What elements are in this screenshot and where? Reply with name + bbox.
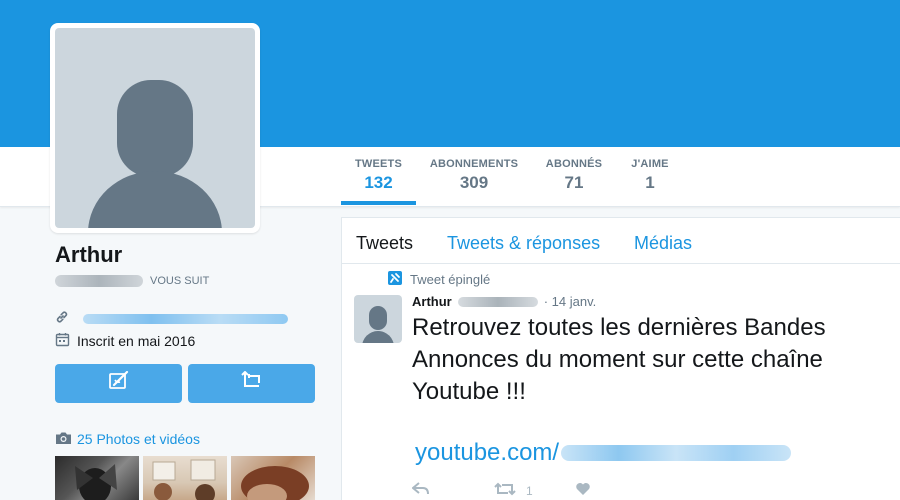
tweet-date[interactable]: · 14 janv. [544, 294, 597, 309]
stat-likes-label: J'AIME [631, 158, 669, 170]
heart-icon [575, 482, 591, 499]
pinned-indicator: Tweet épinglé [388, 271, 490, 288]
tweet-author-handle-redacted [457, 296, 538, 307]
stat-tweets[interactable]: TWEETS 132 [341, 147, 416, 205]
tab-tweets-replies[interactable]: Tweets & réponses [447, 233, 600, 254]
direct-message-button[interactable] [55, 364, 182, 403]
website-url-redacted [83, 314, 288, 324]
link-icon [55, 310, 69, 329]
mention-button[interactable] [188, 364, 315, 403]
photos-videos-label: 25 Photos et vidéos [77, 431, 200, 447]
retweet-count: 1 [526, 483, 533, 498]
profile-website[interactable] [55, 310, 288, 328]
stat-likes-value: 1 [645, 173, 655, 192]
stat-followers-label: ABONNÉS [545, 158, 603, 170]
tweet-actions: 1 [411, 480, 712, 500]
tweet-link-redacted [561, 445, 792, 461]
tweet-text: Retrouvez toutes les dernières Bandes An… [412, 314, 826, 405]
tweet-link-text: youtube.com/ [415, 439, 560, 466]
photos-videos-link[interactable]: 25 Photos et vidéos [55, 430, 200, 448]
retweet-button[interactable]: 1 [494, 482, 533, 499]
stat-tweets-value: 132 [364, 173, 393, 192]
join-date: Inscrit en mai 2016 [55, 332, 195, 350]
retweet-icon [494, 482, 516, 499]
calendar-icon [55, 332, 70, 350]
camera-icon [55, 431, 72, 448]
tweet-author-avatar[interactable] [354, 295, 402, 343]
pin-icon [388, 271, 402, 288]
media-thumbnail[interactable] [143, 456, 227, 500]
profile-name: Arthur [55, 242, 123, 267]
tab-media[interactable]: Médias [634, 233, 692, 254]
profile-handle-redacted [55, 275, 143, 287]
join-date-text: Inscrit en mai 2016 [77, 333, 196, 349]
profile-avatar[interactable] [50, 23, 260, 233]
follows-you-badge: VOUS SUIT [150, 275, 210, 287]
media-thumbnail[interactable] [231, 456, 315, 500]
like-button[interactable] [575, 482, 591, 499]
timeline-tabs: Tweets Tweets & réponses Médias [342, 218, 900, 264]
reply-button[interactable] [411, 482, 430, 499]
retweet-icon [240, 370, 264, 396]
message-icon [108, 370, 130, 396]
reply-icon [411, 482, 430, 499]
stat-following[interactable]: ABONNEMENTS 309 [423, 147, 525, 207]
stat-following-value: 309 [459, 173, 489, 192]
tweet-author-name[interactable]: Arthur [412, 294, 452, 309]
stat-tweets-label: TWEETS [354, 158, 403, 170]
tweet-link[interactable]: youtube.com/ [415, 439, 792, 467]
stat-likes[interactable]: J'AIME 1 [624, 147, 676, 207]
stat-followers[interactable]: ABONNÉS 71 [540, 147, 608, 207]
media-thumbnail[interactable] [55, 456, 139, 500]
stat-followers-value: 71 [564, 173, 584, 192]
timeline-card: Tweets Tweets & réponses Médias Tweet ép… [341, 217, 900, 500]
stat-following-label: ABONNEMENTS [429, 158, 519, 170]
pinned-label: Tweet épinglé [410, 272, 491, 287]
tab-tweets[interactable]: Tweets [356, 233, 413, 254]
default-avatar-icon [55, 28, 255, 228]
tweet-header: Arthur · 14 janv. [412, 294, 596, 309]
